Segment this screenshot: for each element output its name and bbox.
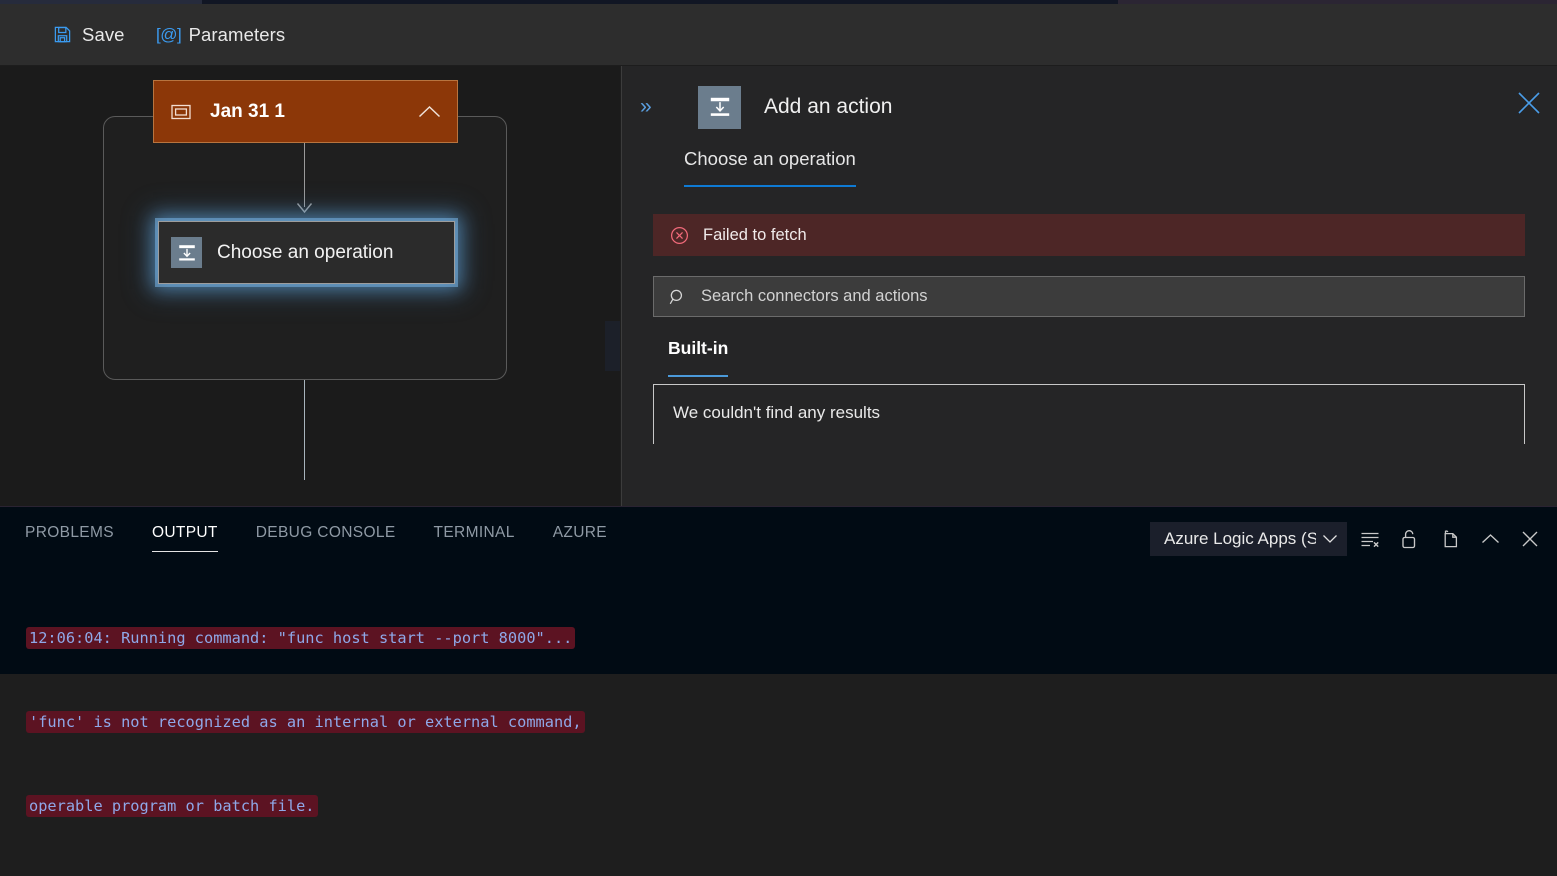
close-icon[interactable] bbox=[1512, 86, 1546, 120]
output-line: 12:06:04: Running command: "func host st… bbox=[26, 624, 1557, 652]
tab-debug-console[interactable]: DEBUG CONSOLE bbox=[256, 507, 396, 551]
new-window-icon[interactable] bbox=[1433, 524, 1467, 554]
choose-an-operation-label: Choose an operation bbox=[217, 241, 394, 263]
clear-output-icon[interactable] bbox=[1353, 524, 1387, 554]
tab-output[interactable]: OUTPUT bbox=[151, 507, 218, 552]
trigger-node-jan-31-1[interactable]: Jan 31 1 bbox=[153, 80, 458, 143]
tab-azure[interactable]: AZURE bbox=[553, 507, 607, 551]
error-banner: Failed to fetch bbox=[653, 214, 1525, 256]
chevron-up-icon[interactable] bbox=[417, 100, 441, 124]
search-connectors-box[interactable] bbox=[653, 276, 1525, 317]
panel-header: » Add an action bbox=[622, 66, 1557, 148]
bottom-panel: PROBLEMS OUTPUT DEBUG CONSOLE TERMINAL A… bbox=[0, 506, 1557, 817]
output-channel-value: Azure Logic Apps (Stan bbox=[1164, 529, 1316, 548]
insert-action-icon bbox=[698, 85, 741, 129]
search-icon bbox=[668, 287, 688, 307]
output-text[interactable]: 12:06:04: Running command: "func host st… bbox=[0, 561, 1557, 876]
trigger-node-title: Jan 31 1 bbox=[210, 100, 285, 122]
tab-choose-an-operation[interactable]: Choose an operation bbox=[684, 148, 856, 187]
save-button[interactable]: Save bbox=[44, 20, 133, 50]
output-line: operable program or batch file. bbox=[26, 792, 1557, 820]
connector-arrow-icon bbox=[296, 201, 313, 214]
panel-title: Add an action bbox=[764, 95, 893, 118]
add-an-action-panel: » Add an action Choose an operation Fail… bbox=[621, 66, 1557, 506]
at-symbol-icon: [@] bbox=[155, 24, 182, 44]
category-tabs: Built-in bbox=[668, 338, 1557, 377]
workflow-designer-canvas[interactable]: Jan 31 1 Choose an operation bbox=[0, 66, 620, 506]
tab-terminal[interactable]: TERMINAL bbox=[434, 507, 515, 551]
parameters-button[interactable]: [@] Parameters bbox=[151, 20, 294, 50]
search-input[interactable] bbox=[701, 287, 1524, 306]
unlock-icon[interactable] bbox=[1393, 524, 1427, 554]
results-empty-message: We couldn't find any results bbox=[673, 403, 881, 422]
insert-action-icon bbox=[171, 237, 202, 268]
bottom-panel-actions: Azure Logic Apps (Stan bbox=[1150, 522, 1547, 556]
chevron-up-icon[interactable] bbox=[1473, 524, 1507, 554]
chevrons-right-icon[interactable]: » bbox=[640, 95, 666, 119]
chevron-down-icon bbox=[1322, 529, 1338, 549]
save-floppy-icon bbox=[52, 25, 72, 45]
tab-built-in[interactable]: Built-in bbox=[668, 338, 729, 377]
error-circle-icon bbox=[669, 225, 689, 245]
output-channel-select[interactable]: Azure Logic Apps (Stan bbox=[1150, 522, 1347, 556]
panel-tabs: Choose an operation bbox=[622, 148, 1557, 200]
close-icon[interactable] bbox=[1513, 524, 1547, 554]
output-line-text: 12:06:04: Running command: "func host st… bbox=[26, 627, 576, 649]
window-rectangle-icon bbox=[170, 101, 192, 123]
output-line-text: operable program or batch file. bbox=[26, 795, 318, 817]
output-line-text: 'func' is not recognized as an internal … bbox=[26, 711, 585, 733]
save-button-label: Save bbox=[82, 23, 125, 45]
output-line: 'func' is not recognized as an internal … bbox=[26, 708, 1557, 736]
error-message: Failed to fetch bbox=[703, 225, 807, 244]
connector-line-trigger-to-operation bbox=[304, 143, 305, 207]
choose-an-operation-node[interactable]: Choose an operation bbox=[158, 221, 455, 284]
designer-toolbar: Save [@] Parameters bbox=[0, 4, 1557, 66]
connector-line-scope-out bbox=[304, 380, 305, 480]
bottom-panel-tabs: PROBLEMS OUTPUT DEBUG CONSOLE TERMINAL A… bbox=[0, 507, 1557, 561]
tab-problems[interactable]: PROBLEMS bbox=[25, 507, 114, 551]
parameters-button-label: Parameters bbox=[188, 23, 286, 45]
panel-edge-sliver bbox=[605, 321, 620, 371]
vscode-window: Save [@] Parameters Jan 31 1 Choose an o… bbox=[0, 0, 1557, 817]
results-list: We couldn't find any results bbox=[653, 384, 1525, 444]
